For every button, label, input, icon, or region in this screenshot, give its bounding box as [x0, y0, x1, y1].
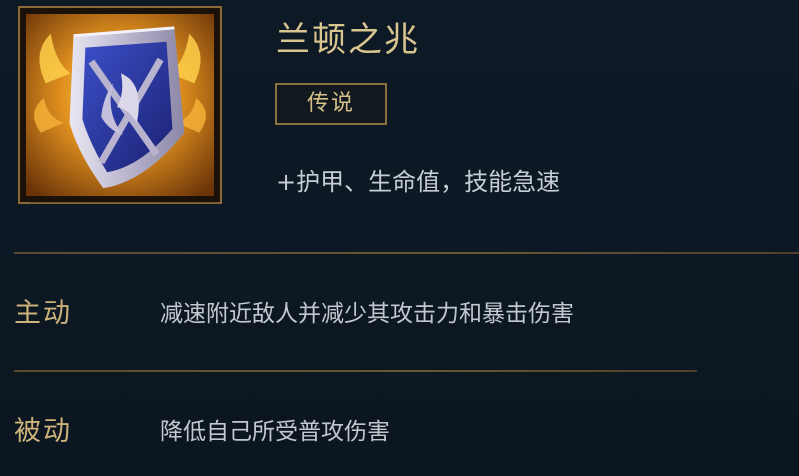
shield-icon — [26, 14, 214, 196]
item-name: 兰顿之兆 — [276, 20, 420, 60]
divider — [14, 370, 697, 372]
active-ability-description: 减速附近敌人并减少其攻击力和暴击伤害 — [160, 301, 574, 327]
rarity-badge: 传说 — [275, 83, 387, 125]
passive-ability-label: 被动 — [14, 416, 72, 447]
item-icon-frame[interactable] — [18, 6, 222, 204]
item-tooltip: 兰顿之兆 传说 +护甲、生命值，技能急速 主动 减速附近敌人并减少其攻击力和暴击… — [0, 0, 799, 476]
active-ability-label: 主动 — [14, 298, 72, 329]
divider — [14, 252, 799, 254]
passive-ability-description: 降低自己所受普攻伤害 — [160, 419, 390, 445]
item-stats: +护甲、生命值，技能急速 — [276, 168, 561, 196]
